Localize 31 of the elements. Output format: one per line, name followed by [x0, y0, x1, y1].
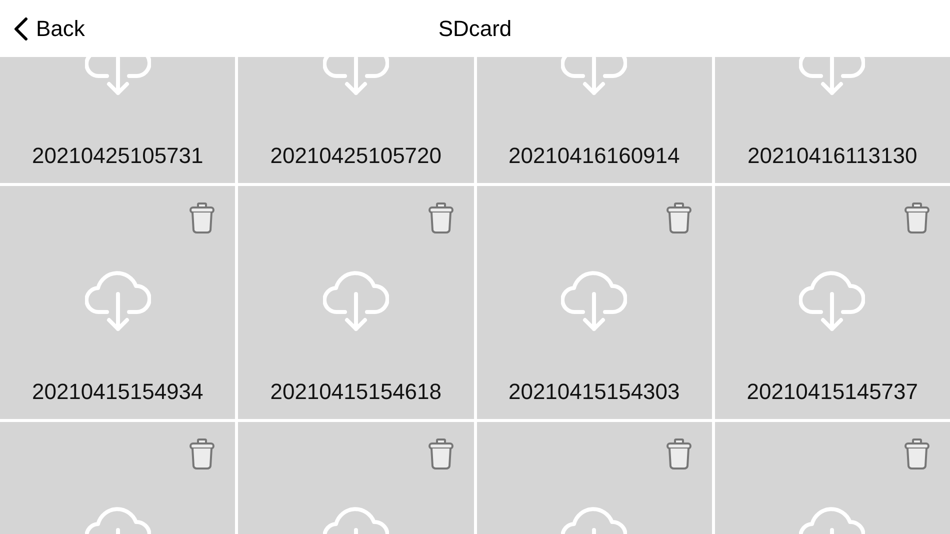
file-name: 20210415154934 — [32, 379, 204, 405]
cloud-download-icon — [799, 268, 866, 332]
trash-icon[interactable] — [428, 202, 454, 234]
cloud-download-icon — [84, 268, 151, 332]
trash-icon[interactable] — [189, 438, 216, 470]
file-name: 20210416160914 — [508, 143, 680, 169]
file-tile[interactable]: 20210425105720 — [238, 57, 474, 183]
file-tile[interactable]: 20210415154303 — [476, 186, 712, 419]
back-button[interactable]: Back — [14, 16, 85, 42]
file-tile[interactable]: 20210416113130 — [714, 57, 950, 183]
chevron-left-icon — [14, 16, 28, 40]
file-tile[interactable]: 20210416160914 — [476, 57, 712, 183]
trash-icon[interactable] — [189, 202, 216, 234]
file-tile[interactable]: 20210415154618 — [238, 186, 474, 419]
file-name: 20210416113130 — [748, 143, 918, 169]
file-name: 20210415145737 — [746, 379, 918, 405]
cloud-download-icon — [561, 268, 628, 332]
file-name: 20210425105720 — [270, 143, 442, 169]
file-tile[interactable]: 20210415154934 — [0, 186, 236, 419]
file-tile[interactable]: 20210425105731 — [0, 57, 236, 183]
file-tile[interactable]: 20210415145737 — [714, 186, 950, 419]
trash-icon[interactable] — [904, 202, 930, 234]
cloud-download-icon — [322, 268, 389, 332]
trash-icon[interactable] — [666, 438, 692, 470]
file-name: 20210415154303 — [508, 379, 680, 405]
file-name: 20210415154618 — [270, 379, 442, 405]
trash-icon[interactable] — [666, 202, 692, 234]
file-name: 20210425105731 — [32, 143, 204, 169]
trash-icon[interactable] — [428, 438, 454, 470]
page-title: SDcard — [438, 16, 512, 42]
trash-icon[interactable] — [904, 438, 930, 470]
